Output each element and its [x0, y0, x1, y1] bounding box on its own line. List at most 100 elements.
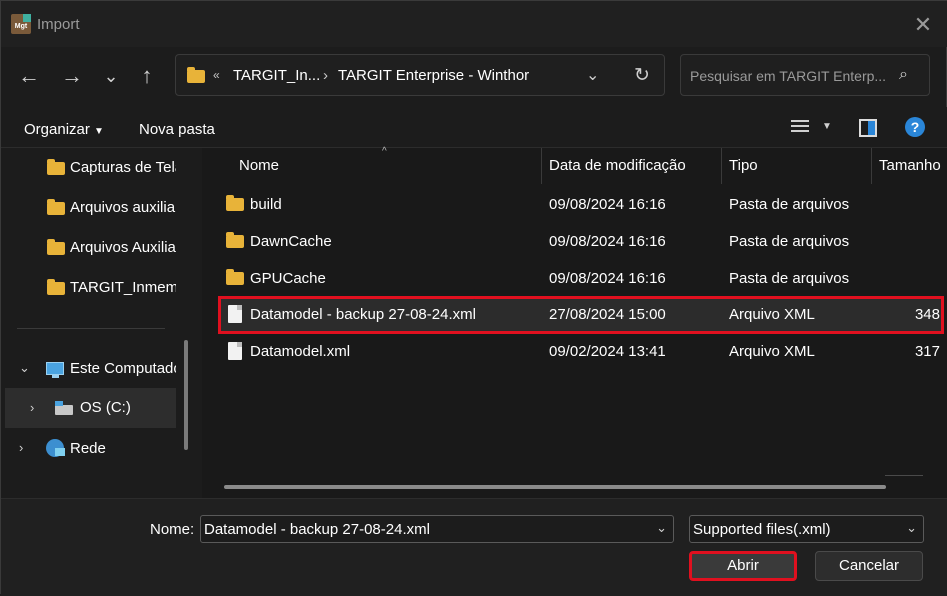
command-bar: Organizar ▼ Nova pasta ▼ ? — [1, 107, 947, 148]
file-date: 09/02/2024 13:41 — [549, 343, 666, 360]
sidebar-item-label: OS (C:) — [80, 399, 131, 416]
file-date: 09/08/2024 16:16 — [549, 270, 666, 287]
sidebar-item-label: Arquivos Auxilia — [70, 239, 176, 256]
footer: Nome: Datamodel - backup 27-08-24.xml ⌄ … — [1, 498, 947, 596]
sidebar-item-network[interactable]: › Rede — [1, 429, 177, 467]
folder-icon — [226, 232, 244, 248]
file-name: build — [250, 196, 282, 213]
file-type: Arquivo XML — [729, 306, 815, 323]
preview-pane-icon[interactable] — [859, 119, 877, 137]
column-divider[interactable] — [721, 148, 722, 184]
sidebar-item-label: Rede — [70, 440, 106, 457]
sidebar-item[interactable]: Arquivos Auxilia — [1, 228, 177, 266]
folder-icon — [226, 269, 244, 285]
file-date: 27/08/2024 15:00 — [549, 306, 666, 323]
sort-ascending-icon: ^ — [382, 146, 387, 157]
xml-file-icon — [228, 305, 242, 323]
view-options-chevron-icon[interactable]: ▼ — [822, 121, 832, 132]
cancel-button[interactable]: Cancelar — [815, 551, 923, 581]
folder-icon — [226, 195, 244, 211]
drive-icon — [55, 401, 73, 415]
computer-icon — [46, 362, 64, 378]
network-icon — [46, 439, 65, 457]
divider — [17, 328, 165, 329]
folder-icon — [187, 67, 205, 83]
filename-value: Datamodel - backup 27-08-24.xml — [204, 521, 430, 538]
recent-locations-chevron-icon[interactable]: ⌄ — [96, 62, 126, 90]
file-row[interactable]: Datamodel.xml 09/02/2024 13:41 Arquivo X… — [220, 335, 942, 369]
file-date: 09/08/2024 16:16 — [549, 196, 666, 213]
window-title: Import — [37, 16, 80, 33]
folder-icon — [47, 279, 65, 295]
horizontal-scrollbar[interactable] — [224, 485, 886, 489]
column-divider[interactable] — [871, 148, 872, 184]
filetype-select[interactable]: Supported files(.xml) ⌄ — [689, 515, 924, 543]
file-date: 09/08/2024 16:16 — [549, 233, 666, 250]
file-row[interactable]: GPUCache 09/08/2024 16:16 Pasta de arqui… — [220, 262, 942, 296]
search-input[interactable]: Pesquisar em TARGIT Enterp... ⌕ — [680, 54, 930, 96]
file-name: GPUCache — [250, 270, 326, 287]
file-row[interactable]: build 09/08/2024 16:16 Pasta de arquivos — [220, 188, 942, 222]
chevron-right-icon[interactable]: › — [30, 400, 34, 415]
file-type: Pasta de arquivos — [729, 196, 850, 213]
folder-icon — [47, 239, 65, 255]
file-name: Datamodel.xml — [250, 343, 351, 360]
chevron-down-icon[interactable]: ⌄ — [906, 520, 917, 536]
view-options-icon[interactable] — [791, 120, 809, 136]
breadcrumb-separator-icon: › — [323, 67, 328, 84]
column-divider[interactable] — [541, 148, 542, 184]
navigation-pane: Capturas de Tela Arquivos auxilia Arquiv… — [1, 148, 196, 498]
filename-label: Nome: — [150, 521, 195, 538]
filetype-value: Supported files(.xml) — [693, 521, 831, 538]
column-header-size[interactable]: Tamanho — [879, 157, 941, 174]
refresh-icon[interactable]: ↻ — [634, 64, 650, 87]
address-bar[interactable]: « TARGIT_In... › TARGIT Enterprise - Win… — [175, 54, 665, 96]
sidebar-scrollbar[interactable] — [184, 340, 188, 450]
sidebar-item-label: TARGIT_Inmemo — [70, 279, 176, 296]
file-row[interactable]: DawnCache 09/08/2024 16:16 Pasta de arqu… — [220, 225, 942, 259]
folder-icon — [47, 159, 65, 175]
sidebar-item-this-pc[interactable]: ⌄ Este Computador — [1, 349, 177, 387]
close-icon[interactable]: ✕ — [909, 11, 937, 39]
chevron-down-icon[interactable]: ⌄ — [19, 360, 30, 376]
divider — [885, 475, 923, 476]
back-arrow-icon[interactable]: ← — [14, 62, 44, 90]
folder-icon — [47, 199, 65, 215]
file-row-selected[interactable]: Datamodel - backup 27-08-24.xml 27/08/20… — [218, 296, 944, 334]
search-icon[interactable]: ⌕ — [899, 66, 917, 84]
new-folder-button[interactable]: Nova pasta — [139, 121, 215, 138]
file-list: ^ Nome Data de modificação Tipo Tamanho … — [202, 146, 947, 498]
sidebar-item-drive-c[interactable]: › OS (C:) — [5, 388, 176, 428]
search-placeholder: Pesquisar em TARGIT Enterp... — [690, 68, 887, 84]
breadcrumb-segment[interactable]: TARGIT Enterprise - Winthor — [338, 67, 529, 84]
sidebar-item-label: Arquivos auxilia — [70, 199, 176, 216]
column-header-date[interactable]: Data de modificação — [549, 157, 686, 174]
file-type: Pasta de arquivos — [729, 233, 850, 250]
open-button[interactable]: Abrir — [689, 551, 797, 581]
filename-input[interactable]: Datamodel - backup 27-08-24.xml ⌄ — [200, 515, 674, 543]
organize-menu-button[interactable]: Organizar ▼ — [24, 121, 104, 138]
chevron-down-icon[interactable]: ⌄ — [656, 520, 667, 536]
file-name: DawnCache — [250, 233, 332, 250]
app-icon: Mgt — [11, 14, 31, 34]
column-header-type[interactable]: Tipo — [729, 157, 758, 174]
overflow-icon[interactable]: « — [213, 68, 220, 82]
forward-arrow-icon[interactable]: → — [57, 62, 87, 90]
xml-file-icon — [228, 342, 242, 360]
sidebar-item[interactable]: TARGIT_Inmemo — [1, 268, 177, 306]
chevron-down-icon[interactable]: ⌄ — [586, 65, 599, 85]
sidebar-item[interactable]: Arquivos auxilia — [1, 188, 177, 226]
file-type: Pasta de arquivos — [729, 270, 850, 287]
file-type: Arquivo XML — [729, 343, 815, 360]
file-size: 348 — [914, 306, 940, 323]
help-icon[interactable]: ? — [905, 117, 925, 137]
up-arrow-icon[interactable]: ↑ — [132, 62, 162, 90]
sidebar-item[interactable]: Capturas de Tela — [1, 148, 177, 186]
breadcrumb-segment[interactable]: TARGIT_In... — [233, 67, 320, 84]
chevron-right-icon[interactable]: › — [19, 440, 23, 455]
sidebar-item-label: Capturas de Tela — [70, 159, 176, 176]
import-dialog: Mgt Import ✕ ← → ⌄ ↑ « TARGIT_In... › TA… — [0, 0, 947, 596]
title-bar: Mgt Import ✕ — [1, 1, 947, 47]
sidebar-item-label: Este Computador — [70, 360, 176, 377]
column-header-name[interactable]: Nome — [239, 157, 279, 174]
